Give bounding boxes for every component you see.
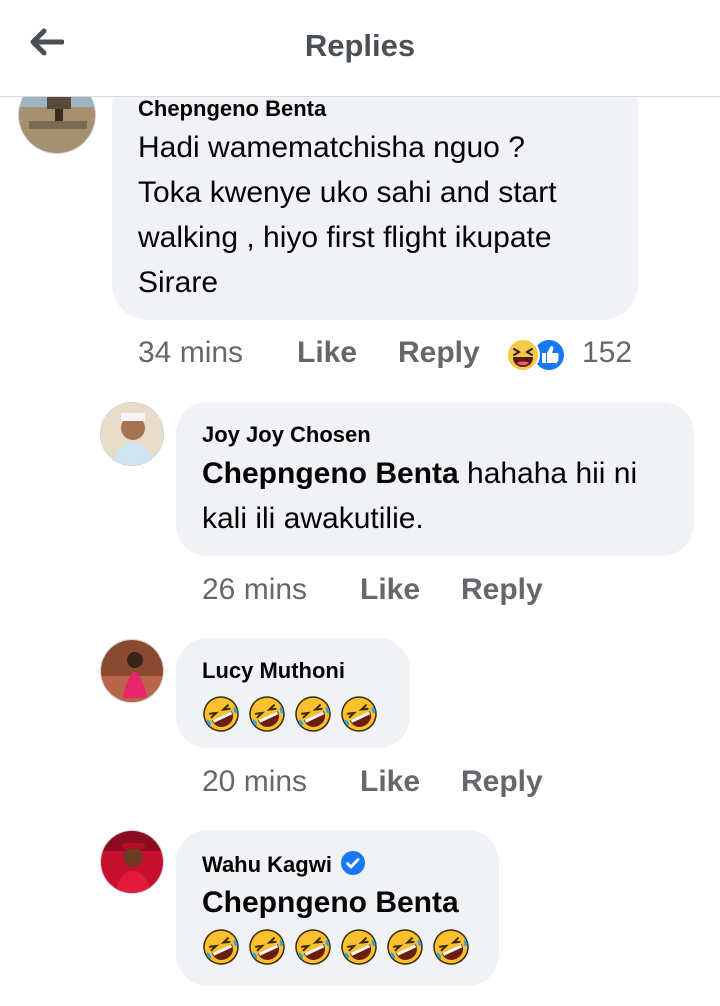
- avatar[interactable]: [100, 830, 164, 894]
- comment-bubble: Joy Joy Chosen Chepngeno Benta hahaha hi…: [176, 402, 694, 556]
- reply-button[interactable]: Reply: [461, 765, 543, 799]
- comment-author: Wahu Kagwi: [202, 850, 366, 878]
- rolling-on-floor-laughing-emoji: [387, 929, 423, 965]
- comment-text-line: Toka kwenye uko sahi and start: [138, 176, 557, 209]
- rolling-on-floor-laughing-emoji: [341, 929, 377, 965]
- comment-author[interactable]: Chepngeno Benta: [138, 96, 326, 122]
- emoji-row: [202, 695, 378, 733]
- comment-text-line: Hadi wamematchisha nguo ?: [138, 131, 525, 164]
- rolling-on-floor-laughing-emoji: [341, 696, 377, 732]
- like-button[interactable]: Like: [360, 765, 420, 799]
- rolling-on-floor-laughing-emoji: [295, 696, 331, 732]
- rolling-on-floor-laughing-emoji: [433, 929, 469, 965]
- rolling-on-floor-laughing-emoji: [203, 929, 239, 965]
- comment-bubble: Chepngeno Benta Hadi wamematchisha nguo …: [112, 70, 638, 320]
- emoji-row: [202, 928, 470, 966]
- like-button[interactable]: Like: [297, 336, 357, 370]
- avatar[interactable]: [100, 639, 164, 703]
- comment-text-line: walking , hiyo first flight ikupate: [138, 221, 552, 254]
- comment-actions: 20 mins Like Reply: [202, 765, 602, 805]
- top-bar: Replies: [0, 0, 720, 97]
- comment-author[interactable]: Joy Joy Chosen: [202, 422, 371, 448]
- haha-reaction-icon: [506, 338, 540, 372]
- comment-text-line: kali ili awakutilie.: [202, 502, 424, 535]
- rolling-on-floor-laughing-emoji: [249, 696, 285, 732]
- mention-link[interactable]: Chepngeno Benta: [202, 457, 459, 490]
- reaction-count[interactable]: 152: [582, 336, 632, 370]
- reply-button[interactable]: Reply: [461, 573, 543, 607]
- comment-text: hahaha hii ni: [458, 457, 638, 490]
- comment-text-line: Sirare: [138, 266, 219, 299]
- comment-actions: 26 mins Like Reply: [202, 573, 602, 613]
- like-button[interactable]: Like: [360, 573, 420, 607]
- reactions[interactable]: [506, 338, 570, 374]
- comment-time: 20 mins: [202, 765, 308, 798]
- comment-actions: 34 mins Like Reply 152: [138, 336, 698, 376]
- rolling-on-floor-laughing-emoji: [203, 696, 239, 732]
- page-title: Replies: [304, 28, 416, 63]
- comment-text-line: Chepngeno Benta hahaha hii ni: [202, 451, 637, 496]
- rolling-on-floor-laughing-emoji: [295, 929, 331, 965]
- comment-time: 34 mins: [138, 336, 244, 369]
- comment-bubble: Lucy Muthoni: [176, 638, 410, 748]
- avatar[interactable]: [100, 402, 164, 466]
- rolling-on-floor-laughing-emoji: [249, 929, 285, 965]
- mention-link[interactable]: Chepngeno Benta: [202, 880, 459, 925]
- author-name[interactable]: Wahu Kagwi: [202, 852, 332, 877]
- verified-badge-icon: [340, 851, 365, 875]
- comment-bubble: Wahu Kagwi Chepngeno Benta: [176, 830, 499, 986]
- comment-time: 26 mins: [202, 573, 308, 606]
- comment-author[interactable]: Lucy Muthoni: [202, 658, 345, 684]
- reply-button[interactable]: Reply: [398, 336, 480, 370]
